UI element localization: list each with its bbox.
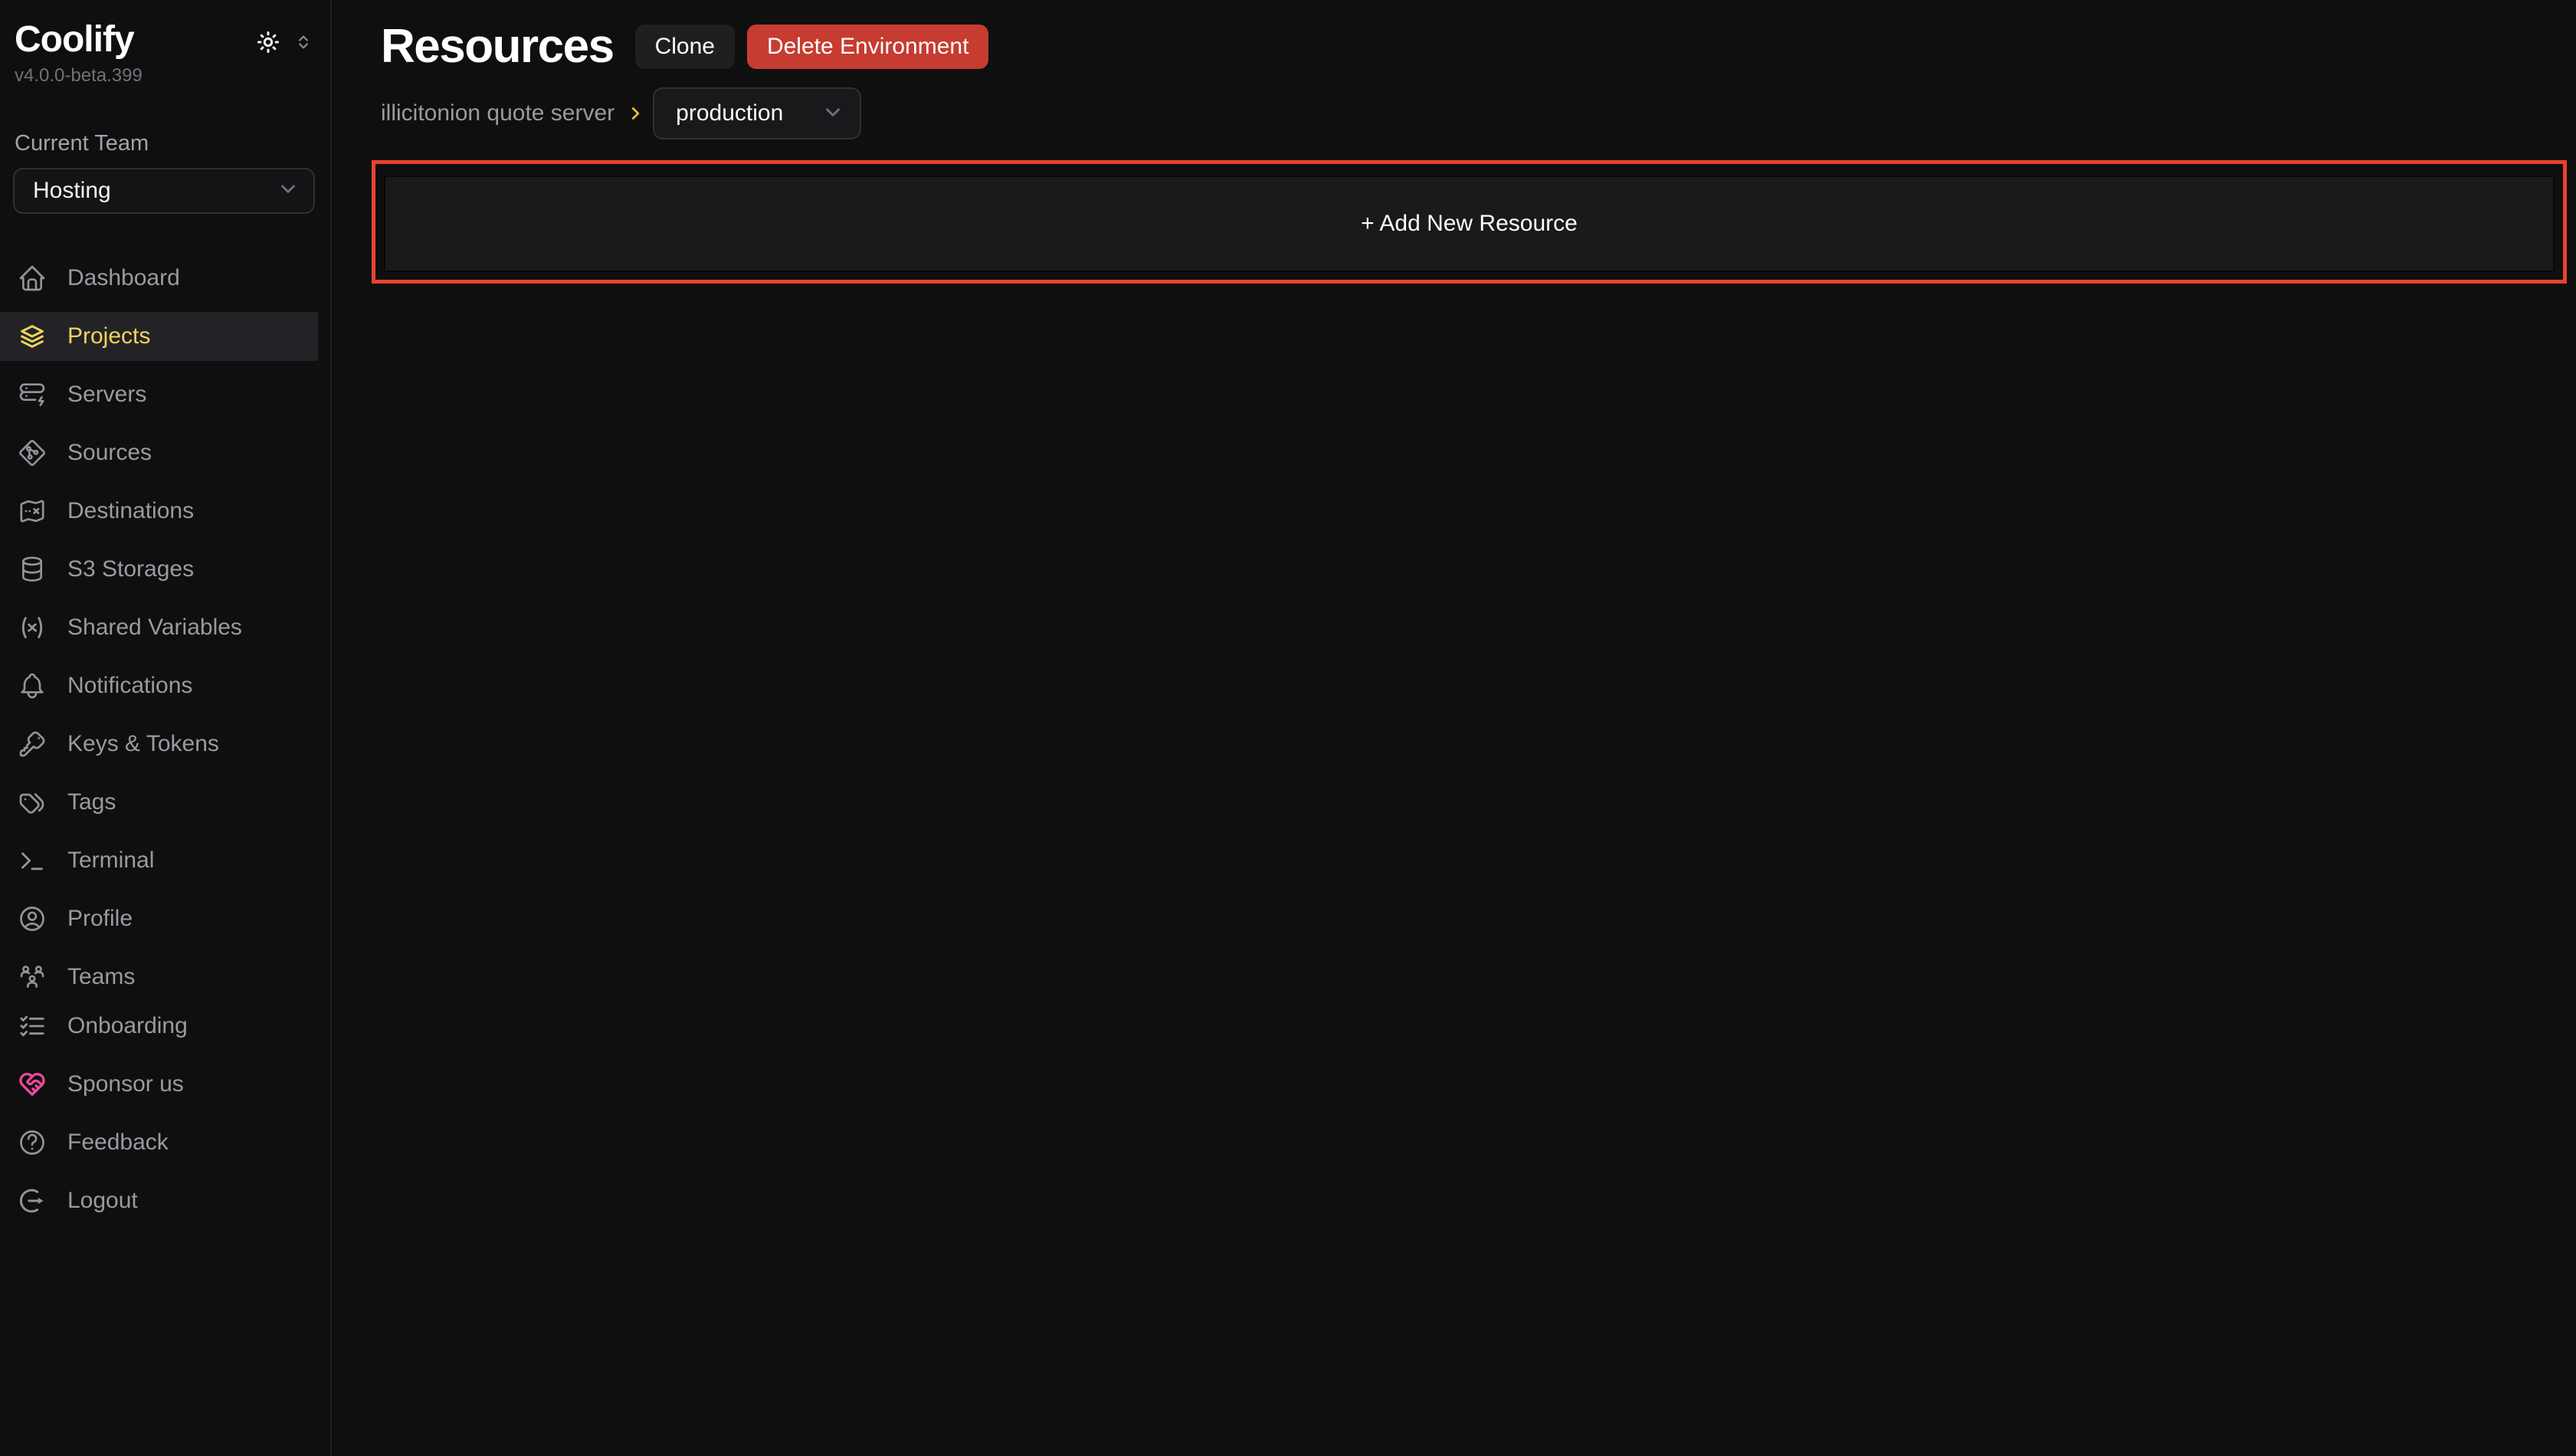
sidebar-item-label: Servers	[67, 382, 146, 408]
sidebar-item-label: Profile	[67, 906, 133, 932]
main-content: Resources Clone Delete Environment illic…	[333, 0, 2576, 1456]
theme-toggle-sun-icon[interactable]	[255, 29, 281, 55]
map-x-icon	[17, 496, 48, 526]
sidebar-item-label: Logout	[67, 1188, 138, 1214]
checklist-icon	[17, 1011, 48, 1041]
sidebar-item-keys-tokens[interactable]: Keys & Tokens	[0, 720, 318, 769]
app-logo: Coolify	[15, 20, 134, 61]
server-bolt-icon	[17, 379, 48, 410]
environment-select-value: production	[676, 100, 783, 126]
sidebar-item-profile[interactable]: Profile	[0, 894, 318, 943]
sidebar-item-label: Onboarding	[67, 1013, 188, 1039]
page-title: Resources	[381, 23, 614, 71]
team-select-value: Hosting	[33, 178, 111, 204]
page-header: Resources Clone Delete Environment	[381, 23, 2576, 71]
sidebar-item-label: Dashboard	[67, 265, 180, 291]
chevron-down-icon	[277, 177, 300, 204]
sidebar-item-logout[interactable]: Logout	[0, 1176, 318, 1225]
sidebar-item-teams[interactable]: Teams	[0, 953, 318, 1002]
database-icon	[17, 554, 48, 585]
sidebar-item-sources[interactable]: Sources	[0, 428, 318, 477]
sidebar-item-destinations[interactable]: Destinations	[0, 487, 318, 536]
sidebar-item-notifications[interactable]: Notifications	[0, 661, 318, 710]
sidebar: Coolify v4.0.0-beta.399 Current Team Hos…	[0, 0, 332, 1456]
sidebar-item-feedback[interactable]: Feedback	[0, 1118, 318, 1167]
sidebar-item-label: Shared Variables	[67, 615, 242, 641]
key-icon	[17, 729, 48, 759]
sidebar-item-label: Destinations	[67, 498, 194, 524]
current-team-label: Current Team	[15, 131, 330, 156]
sidebar-item-label: Sponsor us	[67, 1071, 184, 1097]
sidebar-item-label: Feedback	[67, 1130, 169, 1156]
bell-icon	[17, 671, 48, 701]
logout-icon	[17, 1185, 48, 1216]
sidebar-item-label: Tags	[67, 789, 116, 815]
breadcrumb: illicitonion quote server production	[381, 87, 2576, 139]
version-switch-chevrons-icon[interactable]	[293, 31, 313, 54]
sidebar-nav: Dashboard Projects	[0, 214, 330, 1228]
sidebar-item-shared-variables[interactable]: Shared Variables	[0, 603, 318, 652]
add-new-resource-button[interactable]: + Add New Resource	[384, 175, 2555, 272]
delete-environment-button[interactable]: Delete Environment	[747, 25, 988, 69]
logo-row: Coolify	[15, 20, 313, 61]
sidebar-item-terminal[interactable]: Terminal	[0, 836, 318, 885]
sidebar-item-dashboard[interactable]: Dashboard	[0, 254, 318, 303]
sidebar-item-onboarding[interactable]: Onboarding	[0, 1002, 318, 1051]
variables-icon	[17, 612, 48, 643]
add-new-resource-label: + Add New Resource	[1361, 211, 1578, 237]
git-diamond-icon	[17, 438, 48, 468]
team-icon	[17, 962, 48, 992]
environment-select[interactable]: production	[653, 87, 861, 139]
help-icon	[17, 1127, 48, 1158]
annotation-highlight-box: + Add New Resource	[372, 160, 2567, 284]
home-icon	[17, 263, 48, 293]
breadcrumb-project-link[interactable]: illicitonion quote server	[381, 100, 615, 126]
layers-icon	[17, 321, 48, 352]
sidebar-item-label: S3 Storages	[67, 556, 194, 582]
user-circle-icon	[17, 903, 48, 934]
app-version: v4.0.0-beta.399	[15, 65, 330, 87]
sidebar-item-s3-storages[interactable]: S3 Storages	[0, 545, 318, 594]
sidebar-item-tags[interactable]: Tags	[0, 778, 318, 827]
sidebar-item-label: Teams	[67, 964, 135, 990]
sidebar-item-servers[interactable]: Servers	[0, 370, 318, 419]
sidebar-item-sponsor-us[interactable]: Sponsor us	[0, 1060, 318, 1109]
sidebar-item-label: Notifications	[67, 673, 192, 699]
tags-icon	[17, 787, 48, 818]
sidebar-item-label: Sources	[67, 440, 152, 466]
team-select[interactable]: Hosting	[13, 168, 315, 214]
sidebar-item-label: Projects	[67, 323, 150, 349]
terminal-icon	[17, 845, 48, 876]
heart-hands-icon	[17, 1069, 48, 1100]
chevron-down-icon	[821, 100, 844, 127]
clone-button[interactable]: Clone	[635, 25, 735, 69]
chevron-right-icon	[625, 103, 645, 123]
sidebar-item-label: Terminal	[67, 848, 154, 874]
coolify-app: Coolify v4.0.0-beta.399 Current Team Hos…	[0, 0, 2576, 1456]
sidebar-item-label: Keys & Tokens	[67, 731, 219, 757]
sidebar-item-projects[interactable]: Projects	[0, 312, 318, 361]
